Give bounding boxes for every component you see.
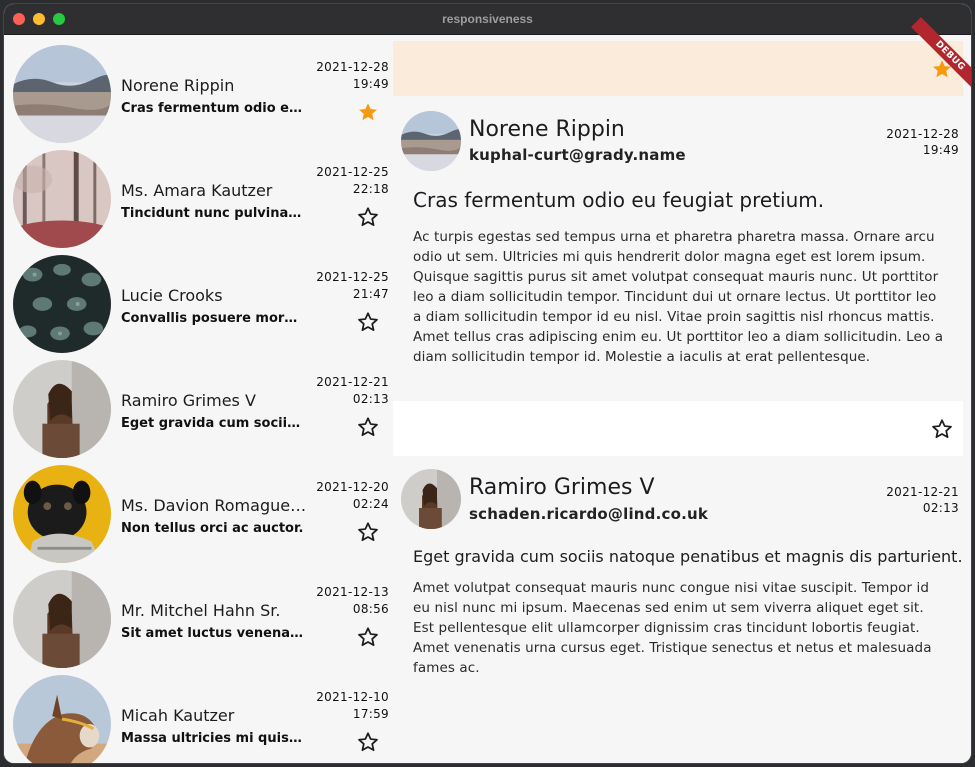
email-card-header [393, 401, 963, 456]
sender-email[interactable]: kuphal-curt@grady.name [469, 146, 686, 164]
email-datetime: 2021-12-21 02:13 [316, 374, 389, 408]
email-time: 19:49 [922, 143, 959, 157]
star-outline-icon[interactable] [357, 626, 379, 648]
email-body: Ac turpis egestas sed tempus urna et pha… [413, 229, 944, 365]
sender-name: Ms. Amara Kautzer [121, 181, 273, 200]
email-detail-pane: Norene Rippin kuphal-curt@grady.name 202… [393, 35, 971, 763]
sender-name: Norene Rippin [121, 76, 235, 95]
email-datetime: 2021-12-28 19:49 [316, 59, 389, 93]
email-time: 08:56 [352, 602, 389, 616]
email-time: 21:47 [352, 287, 389, 301]
sender-name: Micah Kautzer [121, 706, 235, 725]
email-time: 22:18 [352, 182, 389, 196]
sender-name: Ms. Davion Romaguera... [121, 496, 309, 515]
star-toggle[interactable] [357, 416, 379, 438]
star-toggle[interactable] [357, 101, 379, 123]
email-date: 2021-12-10 [316, 690, 389, 704]
avatar [13, 675, 111, 763]
star-filled-icon[interactable] [357, 101, 379, 123]
email-subject-preview: Convallis posuere morbi ... [121, 311, 305, 326]
email-date: 2021-12-20 [316, 480, 389, 494]
list-item[interactable]: Ms. Davion Romaguera... Non tellus orci … [4, 455, 393, 563]
email-subject-preview: Sit amet luctus venenatis... [121, 626, 305, 641]
sender-name: Mr. Mitchel Hahn Sr. [121, 601, 281, 620]
star-outline-icon[interactable] [357, 311, 379, 333]
avatar [13, 255, 111, 353]
email-subject-preview: Tincidunt nunc pulvinar ... [121, 206, 305, 221]
email-time: 17:59 [352, 707, 389, 721]
email-datetime: 2021-12-20 02:24 [316, 479, 389, 513]
email-datetime: 2021-12-10 17:59 [316, 689, 389, 723]
window-title: responsiveness [442, 12, 533, 26]
email-subject: Eget gravida cum sociis natoque penatibu… [413, 547, 963, 566]
star-toggle[interactable] [357, 731, 379, 753]
list-item[interactable]: Norene Rippin Cras fermentum odio eu ...… [4, 35, 393, 143]
email-date: 2021-12-13 [316, 585, 389, 599]
title-bar: responsiveness [4, 4, 971, 35]
email-date: 2021-12-25 [316, 165, 389, 179]
email-date: 2021-12-28 [886, 127, 959, 141]
list-item[interactable]: Lucie Crooks Convallis posuere morbi ...… [4, 245, 393, 353]
sender-name: Lucie Crooks [121, 286, 223, 305]
sender-name: Ramiro Grimes V [469, 475, 655, 500]
email-date: 2021-12-21 [886, 485, 959, 499]
star-outline-icon[interactable] [357, 731, 379, 753]
star-outline-icon[interactable] [357, 416, 379, 438]
star-outline-icon[interactable] [931, 418, 953, 440]
email-datetime: 2021-12-25 22:18 [316, 164, 389, 198]
sender-name: Ramiro Grimes V [121, 391, 256, 410]
email-time: 02:24 [352, 497, 389, 511]
email-datetime: 2021-12-25 21:47 [316, 269, 389, 303]
star-toggle[interactable] [357, 521, 379, 543]
email-datetime: 2021-12-13 08:56 [316, 584, 389, 618]
list-item[interactable]: Ramiro Grimes V Eget gravida cum sociis … [4, 350, 393, 458]
email-subject-preview: Non tellus orci ac auctor. [121, 521, 304, 536]
email-date: 2021-12-21 [316, 375, 389, 389]
avatar [13, 465, 111, 563]
email-datetime: 2021-12-28 19:49 [886, 126, 959, 158]
star-outline-icon[interactable] [357, 521, 379, 543]
app-window: responsiveness Norene Rippin Cras fermen… [4, 4, 971, 763]
email-subject-preview: Eget gravida cum sociis ... [121, 416, 305, 431]
star-outline-icon[interactable] [357, 206, 379, 228]
star-toggle[interactable] [357, 626, 379, 648]
star-toggle[interactable] [357, 311, 379, 333]
avatar [401, 469, 461, 529]
email-body: Amet volutpat consequat mauris nunc cong… [413, 580, 932, 676]
email-time: 19:49 [352, 77, 389, 91]
email-subject: Cras fermentum odio eu feugiat pretium. [413, 188, 825, 212]
star-toggle[interactable] [357, 206, 379, 228]
email-subject-preview: Massa ultricies mi quis ... [121, 731, 305, 746]
email-time: 02:13 [352, 392, 389, 406]
list-item[interactable]: Mr. Mitchel Hahn Sr. Sit amet luctus ven… [4, 560, 393, 668]
avatar [401, 111, 461, 171]
avatar [13, 360, 111, 458]
list-item[interactable]: Micah Kautzer Massa ultricies mi quis ..… [4, 665, 393, 763]
sender-name: Norene Rippin [469, 117, 625, 142]
email-date: 2021-12-25 [316, 270, 389, 284]
content-area: Norene Rippin Cras fermentum odio eu ...… [4, 17, 971, 763]
email-datetime: 2021-12-21 02:13 [886, 484, 959, 516]
avatar [13, 150, 111, 248]
email-date: 2021-12-28 [316, 60, 389, 74]
list-item[interactable]: Ms. Amara Kautzer Tincidunt nunc pulvina… [4, 140, 393, 248]
avatar [13, 570, 111, 668]
email-list: Norene Rippin Cras fermentum odio eu ...… [4, 35, 393, 763]
avatar [13, 45, 111, 143]
email-time: 02:13 [922, 501, 959, 515]
email-card-header-highlight [393, 41, 963, 96]
sender-email[interactable]: schaden.ricardo@lind.co.uk [469, 505, 708, 523]
email-subject-preview: Cras fermentum odio eu ... [121, 101, 305, 116]
